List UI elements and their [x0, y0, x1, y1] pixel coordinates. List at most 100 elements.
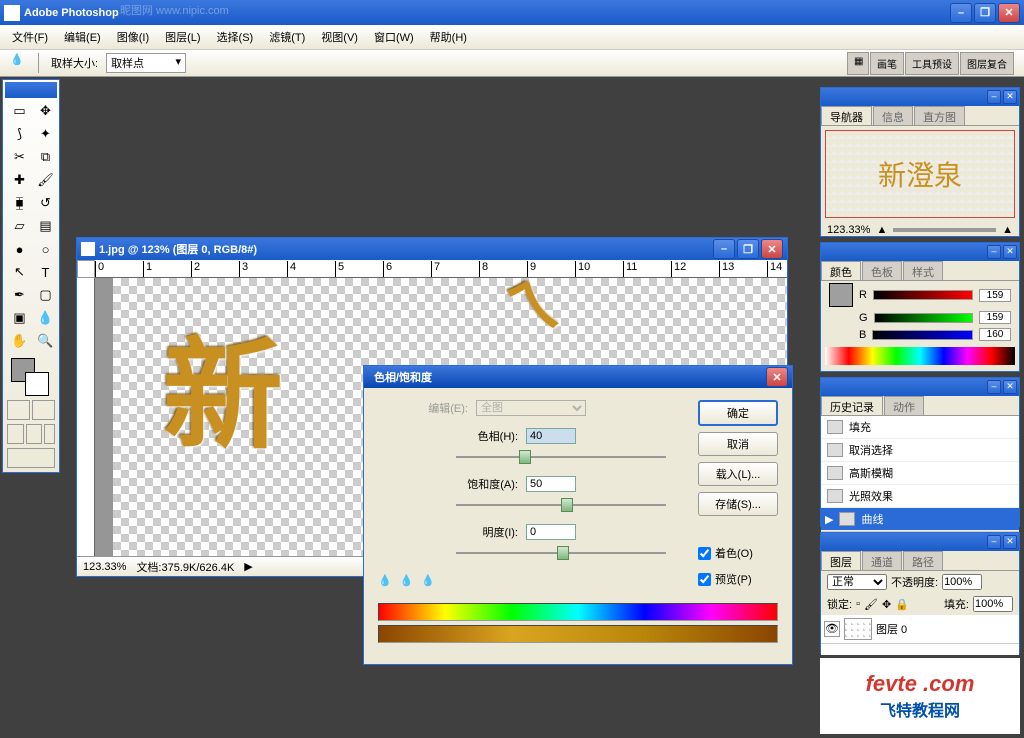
r-value[interactable]: 159: [979, 289, 1011, 302]
close-button[interactable]: ✕: [998, 3, 1020, 23]
quickmask-mode[interactable]: [32, 400, 55, 420]
lightness-slider[interactable]: [456, 544, 666, 564]
panel-close-button[interactable]: ✕: [1003, 245, 1017, 259]
doc-minimize-button[interactable]: –: [713, 239, 735, 259]
g-slider[interactable]: [874, 313, 973, 323]
b-value[interactable]: 160: [979, 328, 1011, 341]
tab-paths[interactable]: 路径: [903, 551, 943, 570]
panel-minimize-button[interactable]: –: [987, 90, 1001, 104]
navigator-preview[interactable]: 新澄泉: [825, 130, 1015, 218]
dodge-tool[interactable]: ○: [33, 238, 58, 260]
tab-swatches[interactable]: 色板: [862, 261, 902, 280]
history-item[interactable]: 取消选择: [821, 439, 1019, 462]
history-brush-tool[interactable]: ↺: [33, 192, 58, 214]
panel-minimize-button[interactable]: –: [987, 245, 1001, 259]
load-button[interactable]: 载入(L)...: [698, 462, 778, 486]
doc-maximize-button[interactable]: ❐: [737, 239, 759, 259]
horizontal-ruler[interactable]: 01234567891011121314: [95, 260, 787, 278]
shape-tool[interactable]: ▢: [33, 284, 58, 306]
panel-minimize-button[interactable]: –: [987, 380, 1001, 394]
tab-info[interactable]: 信息: [873, 106, 913, 125]
eyedropper-add-icon[interactable]: 💧: [400, 574, 414, 587]
menu-window[interactable]: 窗口(W): [366, 27, 422, 47]
toolbox-titlebar[interactable]: [5, 82, 57, 98]
tab-histogram[interactable]: 直方图: [914, 106, 965, 125]
eyedropper-tool[interactable]: 💧: [33, 307, 58, 329]
tab-navigator[interactable]: 导航器: [821, 106, 872, 125]
palette-well-icon[interactable]: ▦: [847, 52, 869, 75]
menu-help[interactable]: 帮助(H): [422, 27, 475, 47]
panel-minimize-button[interactable]: –: [987, 535, 1001, 549]
screen-mode-2[interactable]: [26, 424, 43, 444]
hand-tool[interactable]: ✋: [7, 330, 32, 352]
move-tool[interactable]: ✥: [33, 100, 58, 122]
save-button[interactable]: 存储(S)...: [698, 492, 778, 516]
screen-mode-3[interactable]: [44, 424, 55, 444]
color-spectrum[interactable]: [825, 347, 1015, 365]
background-color[interactable]: [25, 372, 49, 396]
panel-close-button[interactable]: ✕: [1003, 535, 1017, 549]
brush-tool[interactable]: 🖌: [33, 169, 58, 191]
menu-filter[interactable]: 滤镜(T): [261, 27, 313, 47]
wand-tool[interactable]: ✦: [33, 123, 58, 145]
history-item-current[interactable]: ▶曲线: [821, 508, 1019, 531]
lightness-input[interactable]: [526, 524, 576, 540]
zoom-out-icon[interactable]: ▲: [876, 224, 887, 236]
saturation-slider[interactable]: [456, 496, 666, 516]
eyedropper-sub-icon[interactable]: 💧: [421, 574, 435, 587]
blur-tool[interactable]: ●: [7, 238, 32, 260]
history-item[interactable]: 光照效果: [821, 485, 1019, 508]
preview-checkbox[interactable]: [698, 573, 711, 586]
marquee-tool[interactable]: ▭: [7, 100, 32, 122]
opacity-input[interactable]: [942, 574, 982, 590]
slice-tool[interactable]: ⧉: [33, 146, 58, 168]
gradient-tool[interactable]: ▤: [33, 215, 58, 237]
tab-history[interactable]: 历史记录: [821, 396, 883, 415]
minimize-button[interactable]: –: [950, 3, 972, 23]
doc-zoom[interactable]: 123.33%: [83, 561, 126, 573]
cancel-button[interactable]: 取消: [698, 432, 778, 456]
eyedropper-icon[interactable]: 💧: [10, 53, 30, 73]
tab-color[interactable]: 颜色: [821, 261, 861, 280]
b-slider[interactable]: [872, 330, 973, 340]
visibility-icon[interactable]: 👁: [824, 621, 840, 637]
panel-close-button[interactable]: ✕: [1003, 90, 1017, 104]
menu-select[interactable]: 选择(S): [209, 27, 262, 47]
crop-tool[interactable]: ✂: [7, 146, 32, 168]
lasso-tool[interactable]: ⟆: [7, 123, 32, 145]
history-item[interactable]: 填充: [821, 416, 1019, 439]
history-item[interactable]: 高斯模糊: [821, 462, 1019, 485]
layer-row[interactable]: 👁 图层 0: [821, 615, 1019, 644]
r-slider[interactable]: [873, 290, 973, 300]
eraser-tool[interactable]: ▱: [7, 215, 32, 237]
menu-view[interactable]: 视图(V): [313, 27, 366, 47]
zoom-tool[interactable]: 🔍: [33, 330, 58, 352]
nav-zoom-value[interactable]: 123.33%: [827, 224, 870, 236]
saturation-input[interactable]: [526, 476, 576, 492]
layer-thumbnail[interactable]: [844, 618, 872, 640]
stamp-tool[interactable]: ⧯: [7, 192, 32, 214]
menu-file[interactable]: 文件(F): [4, 27, 56, 47]
tab-actions[interactable]: 动作: [884, 396, 924, 415]
layer-name[interactable]: 图层 0: [876, 621, 907, 637]
colorize-checkbox[interactable]: [698, 547, 711, 560]
menu-layer[interactable]: 图层(L): [157, 27, 208, 47]
screen-mode-1[interactable]: [7, 424, 24, 444]
pen-tool[interactable]: ✒: [7, 284, 32, 306]
hue-slider[interactable]: [456, 448, 666, 468]
g-value[interactable]: 159: [979, 311, 1011, 324]
zoom-in-icon[interactable]: ▲: [1002, 224, 1013, 236]
heal-tool[interactable]: ✚: [7, 169, 32, 191]
ruler-origin[interactable]: [77, 260, 95, 278]
zoom-slider[interactable]: [893, 228, 996, 232]
fill-input[interactable]: [973, 596, 1013, 612]
dialog-close-button[interactable]: ✕: [766, 367, 788, 387]
jump-to-imageready[interactable]: [7, 448, 55, 468]
path-tool[interactable]: ↖: [7, 261, 32, 283]
lock-trans-icon[interactable]: ▫: [856, 598, 860, 610]
doc-close-button[interactable]: ✕: [761, 239, 783, 259]
current-color-swatch[interactable]: [829, 283, 853, 307]
maximize-button[interactable]: ❐: [974, 3, 996, 23]
right-tab-presets[interactable]: 工具预设: [905, 52, 959, 75]
right-tab-brushes[interactable]: 画笔: [870, 52, 904, 75]
